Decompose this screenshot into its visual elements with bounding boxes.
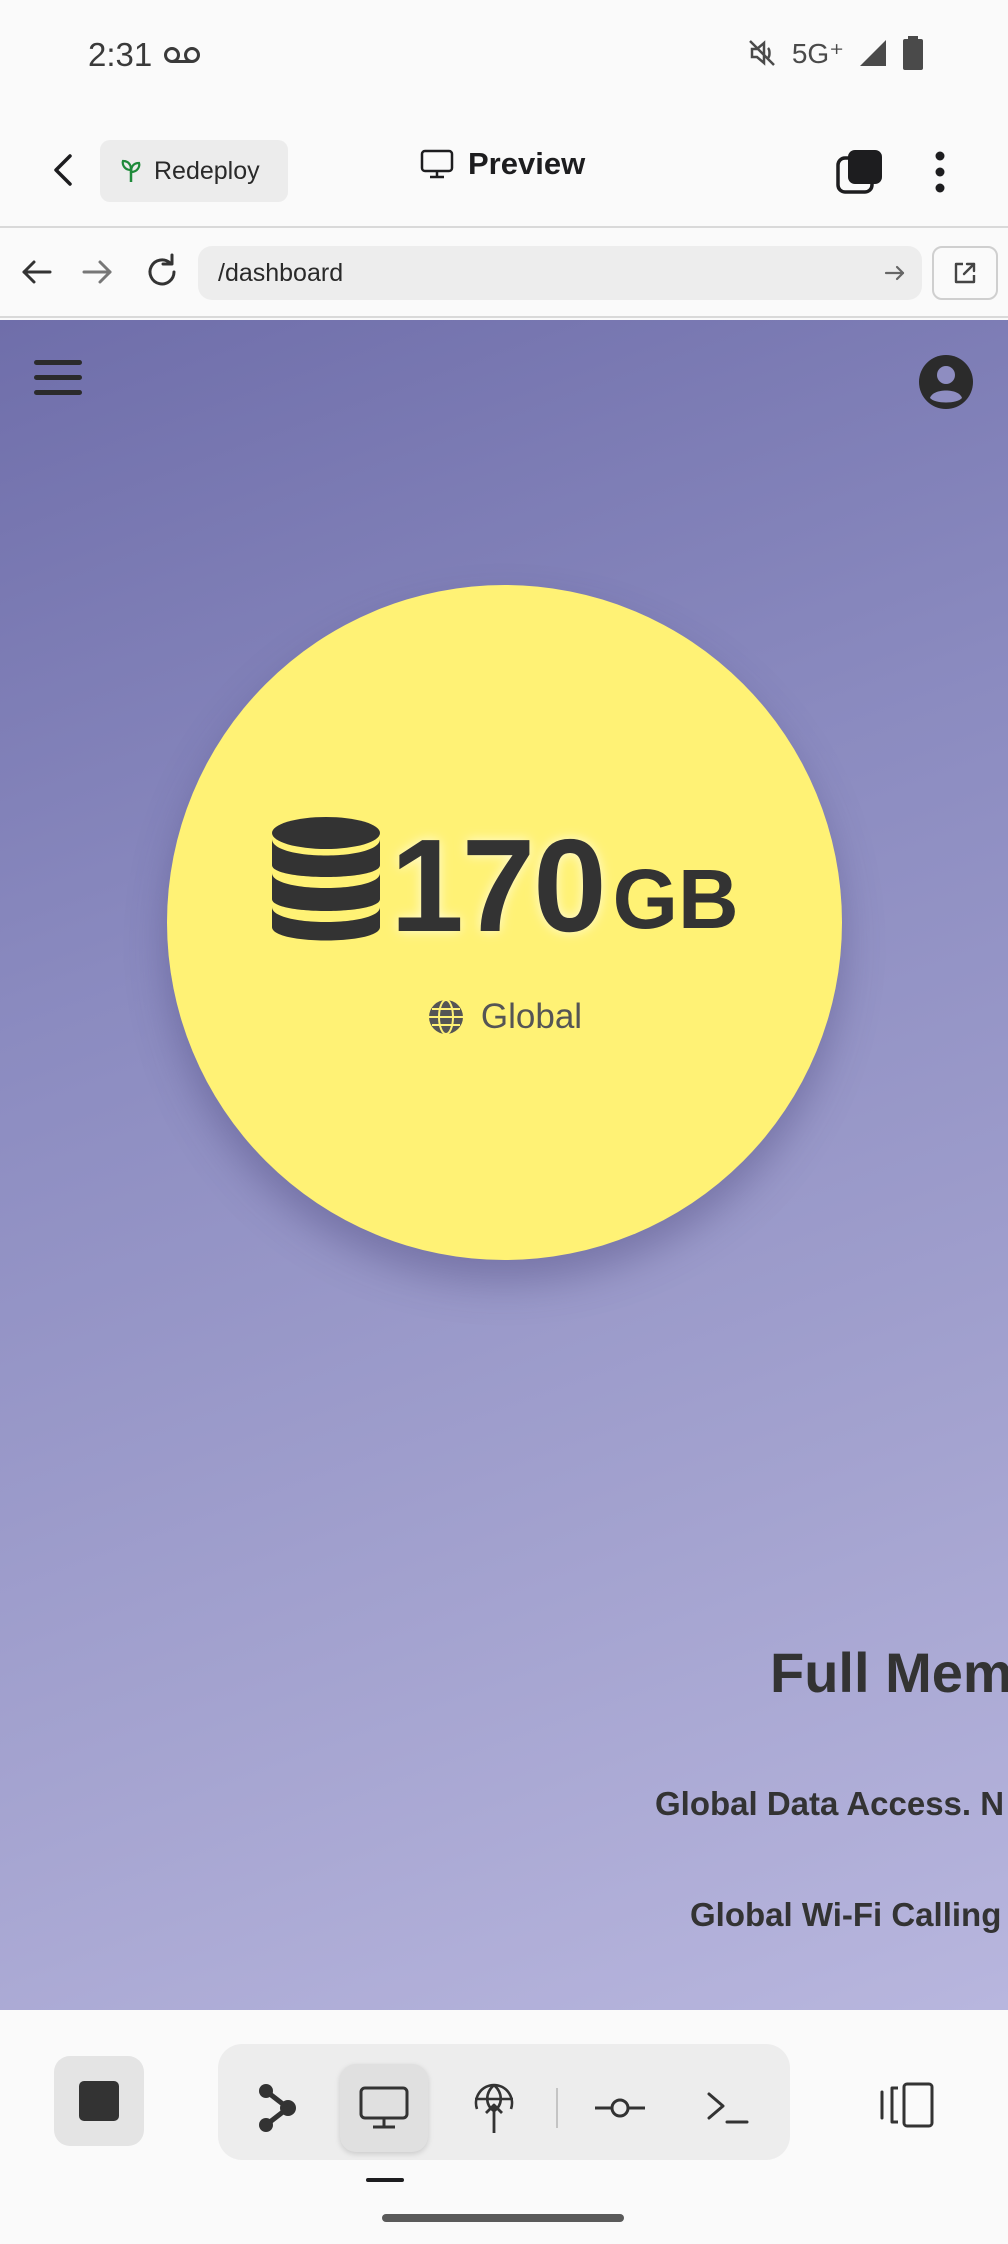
terminal-icon [707,2092,749,2124]
active-tab-indicator [366,2178,404,2182]
open-external-button[interactable] [932,246,998,300]
arrow-left-icon[interactable] [16,252,56,292]
globe-icon [428,999,463,1035]
redeploy-label: Redeploy [154,156,260,185]
region-label: Global [167,997,842,1037]
plan-title: Full Mem [770,1641,1008,1704]
deploy-tool-button[interactable] [450,2064,538,2152]
stop-icon [79,2081,119,2121]
tool-group [218,2044,790,2160]
feature-item: Global Data Access. N [655,1785,1005,1822]
status-bar: 2:31 5G⁺ [0,0,1008,112]
deploy-icon [474,2083,514,2133]
open-external-icon [954,262,976,284]
status-icons: 5G⁺ [746,36,924,70]
app-bar: Redeploy Preview [0,112,1008,228]
url-input[interactable]: /dashboard [198,246,922,300]
share-graph-icon [259,2084,296,2132]
sprout-icon [121,159,141,182]
network-type: 5G⁺ [791,37,844,69]
clock-text: 2:31 [88,36,153,73]
monitor-icon [420,149,454,179]
back-icon[interactable] [44,150,84,190]
battery-icon [903,36,923,70]
browser-bar: /dashboard [0,230,1008,318]
voicemail-icon [164,47,201,63]
usage-circle: 170 GB Global [167,585,842,1260]
redeploy-button[interactable]: Redeploy [100,140,288,202]
mute-icon [748,40,775,66]
region-text: Global [480,997,583,1036]
gesture-home-bar[interactable] [382,2214,624,2222]
commit-icon [595,2098,645,2118]
signal-icon [860,40,886,66]
stop-button[interactable] [54,2056,144,2146]
preview-title: Preview [420,146,585,182]
go-arrow-icon[interactable] [882,260,908,286]
usage-unit: GB [612,852,739,946]
database-icon [272,817,381,941]
status-time: 2:31 [88,36,201,74]
commit-tool-button[interactable] [576,2064,664,2152]
web-content: 170 GB Global Full Mem Global Data Acces… [0,320,1008,2010]
toolbar-divider [556,2088,558,2128]
preview-label: Preview [468,146,586,181]
share-graph-button[interactable] [234,2064,322,2152]
hamburger-icon[interactable] [34,356,82,400]
usage-display: 170 GB [167,812,842,959]
user-avatar-icon[interactable] [918,354,974,410]
monitor-icon [359,2086,409,2129]
bottom-toolbar [0,2010,1008,2244]
preview-tool-button[interactable] [340,2064,428,2152]
tabs-icon[interactable] [836,148,884,196]
terminal-tool-button[interactable] [684,2064,772,2152]
reload-icon[interactable] [142,252,182,292]
more-vertical-icon[interactable] [922,148,958,196]
feature-item: Global Wi-Fi Calling [690,1896,1002,1933]
usage-value: 170 [390,812,606,959]
url-text: /dashboard [218,258,344,287]
arrow-right-icon[interactable] [78,252,118,292]
split-view-icon[interactable] [878,2080,938,2130]
